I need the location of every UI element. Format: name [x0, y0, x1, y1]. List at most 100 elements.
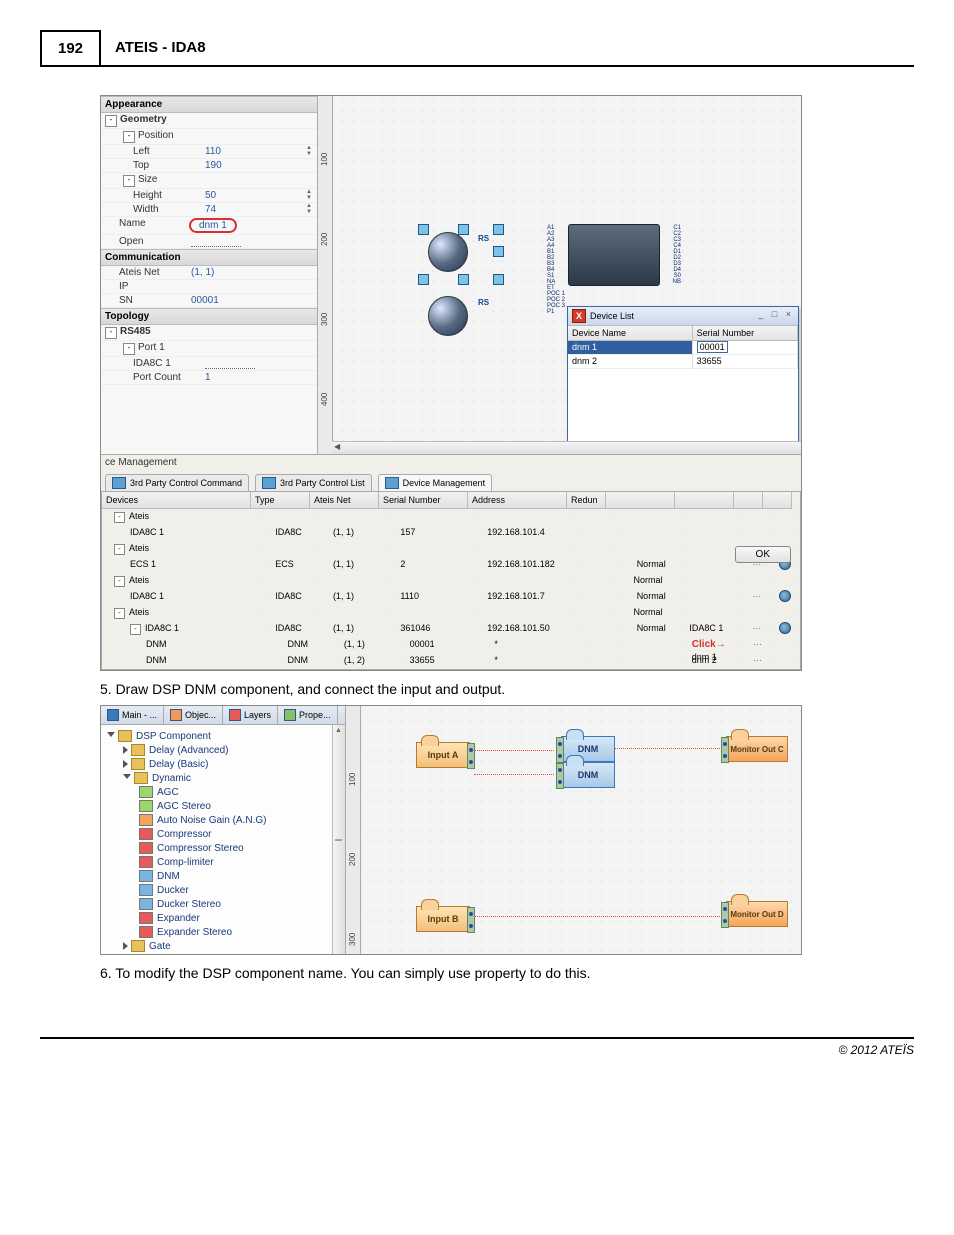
- col-device-name[interactable]: Device Name: [568, 326, 693, 340]
- tree-body[interactable]: DSP ComponentDelay (Advanced)Delay (Basi…: [101, 725, 345, 954]
- dm-row[interactable]: -Ateis: [102, 509, 800, 525]
- tree-item[interactable]: Ducker Stereo: [103, 897, 343, 911]
- dsp-canvas[interactable]: 100 200 300 Input A DNM DNM Monitor Out …: [346, 706, 801, 954]
- gear-icon[interactable]: [779, 590, 791, 602]
- dm-row[interactable]: -IDA8C 1IDA8C(1, 1)361046192.168.101.50N…: [102, 621, 800, 637]
- port-icon[interactable]: [556, 763, 564, 789]
- prop-ateisnet-value[interactable]: (1, 1): [191, 267, 214, 278]
- prop-port1[interactable]: Port 1: [138, 342, 210, 355]
- prop-sn-value[interactable]: 00001: [191, 295, 219, 306]
- tree-item[interactable]: Expander Stereo: [103, 925, 343, 939]
- collapse-icon[interactable]: -: [123, 343, 135, 355]
- node-dnm[interactable]: DNM: [561, 762, 615, 788]
- dm-row[interactable]: -AteisNormal: [102, 573, 800, 589]
- collapse-icon[interactable]: -: [130, 624, 141, 635]
- port-icon[interactable]: [467, 907, 475, 933]
- prop-name-value[interactable]: dnm 1: [189, 218, 237, 233]
- serial-input[interactable]: 00001: [697, 341, 728, 353]
- close-icon[interactable]: X: [572, 309, 586, 323]
- conn-node[interactable]: [418, 274, 429, 285]
- device-list-titlebar[interactable]: XDevice List _ □ ×: [568, 307, 798, 325]
- conn-node[interactable]: [458, 274, 469, 285]
- prop-top-value[interactable]: 190: [205, 160, 222, 171]
- tree-item[interactable]: Comp-limiter: [103, 855, 343, 869]
- device-list-row[interactable]: dnm 2 33655: [568, 355, 798, 369]
- node-monitor-c[interactable]: Monitor Out C: [726, 736, 788, 762]
- dm-tab-3rd-cmd[interactable]: 3rd Party Control Command: [105, 474, 249, 491]
- conn-node[interactable]: [493, 224, 504, 235]
- prop-section-topology[interactable]: Topology: [101, 308, 317, 325]
- globe-icon[interactable]: [428, 296, 468, 336]
- globe-icon[interactable]: [428, 232, 468, 272]
- tree-item[interactable]: Compressor Stereo: [103, 841, 343, 855]
- node-input-b[interactable]: Input B: [416, 906, 470, 932]
- prop-height-value[interactable]: 50: [205, 190, 216, 201]
- port-icon[interactable]: [467, 743, 475, 769]
- port-icon[interactable]: [721, 737, 729, 763]
- prop-geometry[interactable]: Geometry: [120, 114, 192, 127]
- collapse-icon[interactable]: -: [123, 175, 135, 187]
- prop-rs485[interactable]: RS485: [120, 326, 192, 339]
- expand-icon[interactable]: [123, 942, 128, 950]
- conn-node[interactable]: [418, 224, 429, 235]
- collapse-icon[interactable]: -: [114, 512, 125, 523]
- tab-main[interactable]: Main - ...: [101, 706, 164, 724]
- device-block[interactable]: A1A2A3A4B1B2B3B4S1NAETPOC 1POC 2POC 3P1 …: [568, 224, 660, 286]
- tab-object[interactable]: Objec...: [164, 706, 223, 724]
- dm-row[interactable]: IDA8C 1IDA8C(1, 1)1110192.168.101.7Norma…: [102, 589, 800, 605]
- device-list-window[interactable]: XDevice List _ □ × Device Name Serial Nu…: [567, 306, 799, 454]
- device-list-row[interactable]: dnm 1 00001: [568, 341, 798, 355]
- port-icon[interactable]: [556, 737, 564, 763]
- ok-button[interactable]: OK: [735, 546, 791, 563]
- tree-item[interactable]: Compressor: [103, 827, 343, 841]
- spinner-icon[interactable]: ▲▼: [306, 189, 317, 203]
- collapse-icon[interactable]: -: [123, 131, 135, 143]
- tree-item[interactable]: DNM: [103, 869, 343, 883]
- dm-row[interactable]: -AteisNormal: [102, 605, 800, 621]
- dm-tab-3rd-list[interactable]: 3rd Party Control List: [255, 474, 372, 491]
- spinner-icon[interactable]: ▲▼: [306, 145, 317, 159]
- expand-icon[interactable]: [123, 774, 131, 783]
- tree-item[interactable]: Ducker: [103, 883, 343, 897]
- dm-row[interactable]: IDA8C 1IDA8C(1, 1)157192.168.101.4: [102, 525, 800, 541]
- window-buttons[interactable]: _ □ ×: [758, 309, 794, 323]
- prop-portcount-value[interactable]: 1: [205, 372, 211, 383]
- tree-item[interactable]: Gate: [103, 939, 343, 953]
- node-input-a[interactable]: Input A: [416, 742, 470, 768]
- h-scrollbar[interactable]: [332, 441, 801, 454]
- dm-row[interactable]: ECS 1ECS(1, 1)2192.168.101.182Normal···: [102, 557, 800, 573]
- gear-icon[interactable]: [779, 622, 791, 634]
- spinner-icon[interactable]: ▲▼: [306, 203, 317, 217]
- expand-icon[interactable]: [107, 732, 115, 741]
- prop-position[interactable]: Position: [138, 130, 210, 143]
- tab-properties[interactable]: Prope...: [278, 706, 338, 724]
- collapse-icon[interactable]: -: [105, 115, 117, 127]
- tree-item[interactable]: DSP Component: [103, 729, 343, 743]
- prop-width-value[interactable]: 74: [205, 204, 216, 215]
- prop-ida8c1-value[interactable]: [205, 358, 255, 369]
- prop-size[interactable]: Size: [138, 174, 210, 187]
- dm-row[interactable]: DNMDNM(1, 2)33655*dnm 2···: [102, 653, 800, 669]
- tree-item[interactable]: AGC Stereo: [103, 799, 343, 813]
- node-monitor-d[interactable]: Monitor Out D: [726, 901, 788, 927]
- prop-open-value[interactable]: [191, 236, 241, 247]
- dm-row[interactable]: -Ateis: [102, 541, 800, 557]
- tree-item[interactable]: Dynamic: [103, 771, 343, 785]
- device-list-body[interactable]: dnm 1 00001 dnm 2 33655: [568, 341, 798, 454]
- col-serial[interactable]: Serial Number: [693, 326, 798, 340]
- tree-item[interactable]: AGC: [103, 785, 343, 799]
- dm-row[interactable]: DNMDNM(1, 1)00001*Click→ dnm 1···: [102, 637, 800, 653]
- diagram-canvas[interactable]: 100 200 300 400 RS RS A1A2A3A4B1B2B3B4S1…: [318, 96, 801, 454]
- collapse-icon[interactable]: -: [114, 576, 125, 587]
- v-scrollbar[interactable]: [332, 725, 345, 954]
- tree-item[interactable]: Expander: [103, 911, 343, 925]
- prop-left-value[interactable]: 110: [205, 146, 221, 157]
- expand-icon[interactable]: [123, 746, 128, 754]
- tab-layers[interactable]: Layers: [223, 706, 278, 724]
- collapse-icon[interactable]: -: [105, 327, 117, 339]
- dm-tab-device-mgmt[interactable]: Device Management: [378, 474, 493, 491]
- conn-node[interactable]: [458, 224, 469, 235]
- conn-node[interactable]: [493, 274, 504, 285]
- conn-node[interactable]: [493, 246, 504, 257]
- expand-icon[interactable]: [123, 760, 128, 768]
